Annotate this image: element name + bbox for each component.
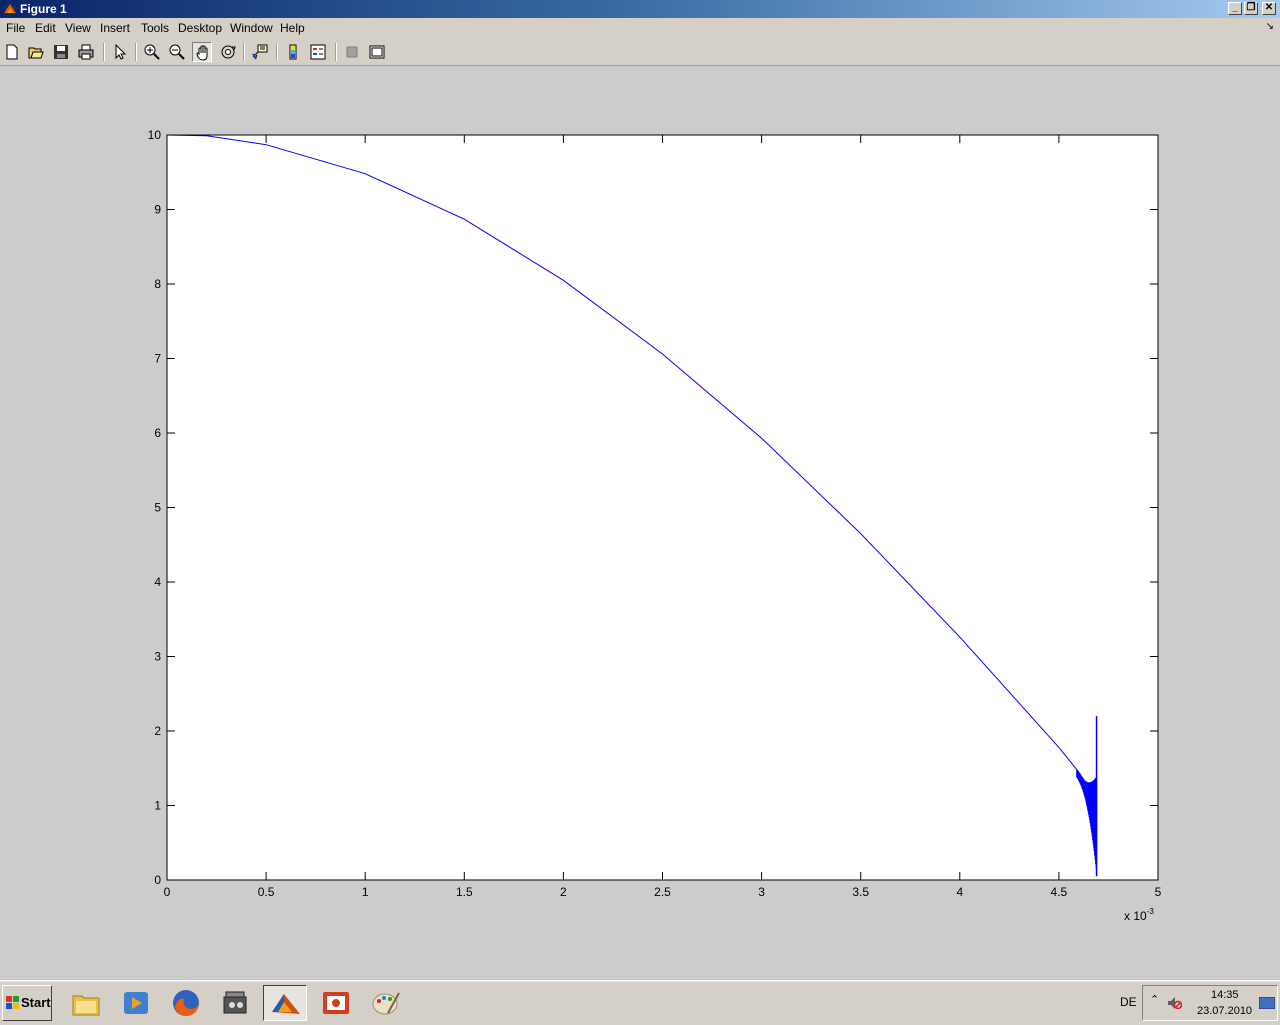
x-exponent-label: x 10-3 — [1124, 907, 1154, 923]
explorer-icon[interactable] — [64, 985, 108, 1021]
figure-toolbar — [0, 38, 1280, 66]
menu-tools[interactable]: Tools — [141, 21, 169, 35]
clock-date[interactable]: 23.07.2010 — [1197, 1005, 1252, 1017]
menu-help[interactable]: Help — [280, 21, 305, 35]
new-figure-icon[interactable] — [2, 42, 22, 62]
x-tick-label: 4 — [956, 885, 963, 899]
y-tick-label: 10 — [148, 128, 162, 142]
menu-insert[interactable]: Insert — [100, 21, 130, 35]
x-tick-label: 2.5 — [654, 885, 671, 899]
close-button[interactable]: ✕ — [1262, 2, 1276, 15]
menu-desktop[interactable]: Desktop — [178, 21, 222, 35]
edit-plot-icon[interactable] — [110, 42, 130, 62]
y-tick-label: 0 — [154, 873, 161, 887]
presentation-icon[interactable] — [314, 985, 358, 1021]
open-file-icon[interactable] — [26, 42, 46, 62]
window-title: Figure 1 — [20, 2, 67, 16]
y-tick-label: 7 — [154, 352, 161, 366]
toolbar-separator — [335, 43, 337, 61]
x-tick-label: 0 — [164, 885, 171, 899]
start-button[interactable]: Start — [2, 985, 52, 1021]
y-tick-label: 2 — [154, 724, 161, 738]
menu-bar: File Edit View Insert Tools Desktop Wind… — [0, 18, 1280, 38]
rotate-3d-icon[interactable] — [218, 42, 238, 62]
y-tick-label: 8 — [154, 277, 161, 291]
restore-button[interactable]: ❐ — [1244, 2, 1258, 15]
toolbar-separator — [243, 43, 245, 61]
y-tick-label: 5 — [154, 501, 161, 515]
toolbar-separator — [103, 43, 105, 61]
x-tick-label: 3 — [758, 885, 765, 899]
minimize-button[interactable]: _ — [1228, 2, 1242, 15]
data-cursor-icon[interactable] — [250, 42, 270, 62]
taskbar: Start DE ⌃ 14:35 23.07.2010 — [0, 980, 1280, 1025]
show-desktop-icon[interactable] — [1259, 997, 1275, 1009]
matlab-icon[interactable] — [263, 985, 307, 1021]
x-tick-label: 3.5 — [852, 885, 869, 899]
dock-figure-icon[interactable]: ↘ — [1266, 21, 1274, 32]
matlab-logo-icon — [4, 4, 16, 13]
zoom-in-icon[interactable] — [142, 42, 162, 62]
axes-background[interactable] — [167, 135, 1158, 880]
toolbar-separator — [276, 43, 278, 61]
window-titlebar[interactable]: Figure 1 _ ❐ ✕ — [0, 0, 1280, 18]
language-indicator[interactable]: DE — [1120, 995, 1137, 1009]
y-tick-label: 1 — [154, 799, 161, 813]
x-tick-label: 5 — [1155, 885, 1162, 899]
y-tick-label: 9 — [154, 203, 161, 217]
tray-expand-icon[interactable]: ⌃ — [1150, 993, 1159, 1006]
menu-file[interactable]: File — [6, 21, 25, 35]
x-tick-label: 4.5 — [1051, 885, 1068, 899]
save-icon[interactable] — [51, 42, 71, 62]
x-tick-label: 1 — [362, 885, 369, 899]
menu-view[interactable]: View — [65, 21, 91, 35]
start-label: Start — [21, 995, 51, 1010]
plot-axes[interactable]: 0 0.5 1 1.5 2 2.5 3 3.5 4 4.5 5 0 1 2 3 4 5 6 7 8 9 10 x 10-3 — [0, 66, 1280, 980]
zoom-out-icon[interactable] — [167, 42, 187, 62]
pan-hand-icon[interactable] — [192, 42, 212, 62]
menu-edit[interactable]: Edit — [35, 21, 56, 35]
colorbar-icon[interactable] — [283, 42, 303, 62]
y-tick-label: 3 — [154, 650, 161, 664]
hide-plot-tools-icon[interactable] — [342, 42, 362, 62]
menu-window[interactable]: Window — [230, 21, 273, 35]
media-player-icon[interactable] — [114, 985, 158, 1021]
paint-icon[interactable] — [364, 985, 408, 1021]
x-tick-label: 1.5 — [456, 885, 473, 899]
toolbar-separator — [135, 43, 137, 61]
clock-time[interactable]: 14:35 — [1211, 989, 1239, 1001]
y-tick-label: 4 — [154, 575, 161, 589]
y-tick-label: 6 — [154, 426, 161, 440]
print-icon[interactable] — [76, 42, 96, 62]
windows-logo-icon — [6, 996, 19, 1009]
volume-muted-icon[interactable] — [1166, 995, 1182, 1011]
x-tick-label: 2 — [560, 885, 567, 899]
x-tick-label: 0.5 — [258, 885, 275, 899]
show-plot-tools-icon[interactable] — [367, 42, 387, 62]
legend-icon[interactable] — [308, 42, 328, 62]
firefox-icon[interactable] — [164, 985, 208, 1021]
video-tool-icon[interactable] — [214, 985, 258, 1021]
